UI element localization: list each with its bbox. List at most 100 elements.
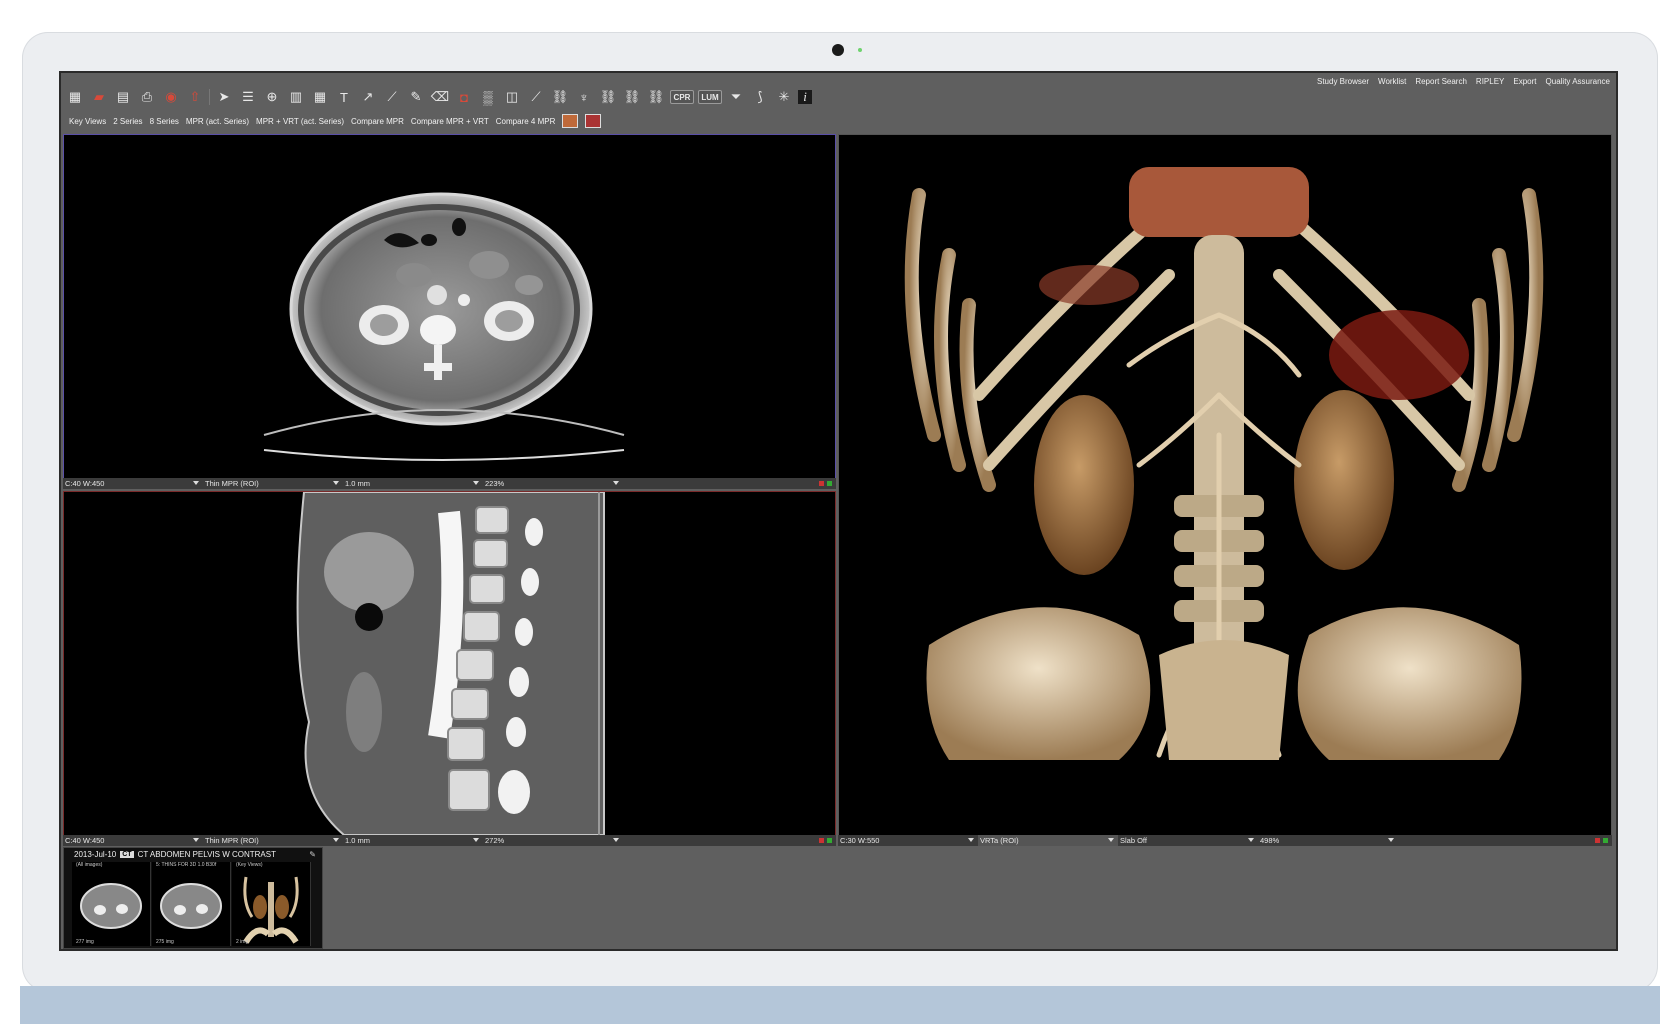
series-link-icon[interactable]: ▦ bbox=[310, 87, 330, 107]
sagittal-thickness: 1.0 mm bbox=[345, 836, 371, 845]
chevron-down-icon bbox=[193, 481, 199, 485]
cube-icon[interactable]: ◫ bbox=[502, 87, 522, 107]
lock-icon[interactable] bbox=[819, 838, 824, 843]
layout-compare-mpr-vrt[interactable]: Compare MPR + VRT bbox=[411, 117, 489, 126]
sagittal-wl: C:40 W:450 bbox=[65, 836, 105, 845]
vessel-tracking-icon[interactable]: ⟆ bbox=[750, 87, 770, 107]
series-thumbnail-2[interactable]: 5: THINS FOR 3D 1.0 B30f 275 img bbox=[152, 862, 231, 946]
monitor-stand bbox=[20, 986, 1660, 1024]
sync-icon[interactable] bbox=[827, 481, 832, 486]
funnel-icon[interactable]: ⏷ bbox=[726, 87, 746, 107]
sparkle-icon[interactable]: ✳ bbox=[774, 87, 794, 107]
layout-mpr[interactable]: MPR (act. Series) bbox=[186, 117, 249, 126]
menu-quality-assurance[interactable]: Quality Assurance bbox=[1546, 77, 1610, 86]
layout-key-views[interactable]: Key Views bbox=[69, 117, 106, 126]
snapshot-icon[interactable]: ◘ bbox=[454, 87, 474, 107]
webcam bbox=[832, 44, 844, 56]
sagittal-zoom-field[interactable]: 272% bbox=[483, 835, 623, 846]
axial-mode: Thin MPR (ROI) bbox=[205, 479, 259, 488]
study-header: 2013-Jul-10 CT CT ABDOMEN PELVIS W CONTR… bbox=[74, 850, 276, 859]
axial-mode-field[interactable]: Thin MPR (ROI) bbox=[203, 478, 343, 489]
webcam-led bbox=[858, 48, 862, 52]
axial-zoom-field[interactable]: 223% bbox=[483, 478, 623, 489]
sagittal-mode-field[interactable]: Thin MPR (ROI) bbox=[203, 835, 343, 846]
unlink-icon[interactable]: ⛓ bbox=[598, 87, 618, 107]
volume-slab-field[interactable]: Slab Off bbox=[1118, 835, 1258, 846]
axial-viewport[interactable] bbox=[63, 134, 836, 479]
chevron-down-icon bbox=[333, 838, 339, 842]
layout-compare-mpr[interactable]: Compare MPR bbox=[351, 117, 404, 126]
study-description: CT ABDOMEN PELVIS W CONTRAST bbox=[137, 850, 276, 859]
info-button[interactable]: i bbox=[798, 89, 812, 104]
menu-worklist[interactable]: Worklist bbox=[1378, 77, 1406, 86]
sagittal-mode: Thin MPR (ROI) bbox=[205, 836, 259, 845]
scalpel-icon[interactable]: ⟋ bbox=[526, 87, 546, 107]
menu-ripley[interactable]: RIPLEY bbox=[1476, 77, 1504, 86]
link-delete-icon[interactable]: ⛓ bbox=[646, 87, 666, 107]
series-caption: 5: THINS FOR 3D 1.0 B30f bbox=[156, 862, 217, 868]
axial-wl-field[interactable]: C:40 W:450 bbox=[63, 478, 203, 489]
series-1-preview bbox=[80, 883, 142, 929]
crosshair-icon[interactable]: ⊕ bbox=[262, 87, 282, 107]
arrow-annotation-icon[interactable]: ↗ bbox=[358, 87, 378, 107]
layout-grid-icon[interactable]: ▦ bbox=[65, 87, 85, 107]
modality-badge: CT bbox=[120, 851, 134, 858]
series-2-preview bbox=[160, 883, 222, 929]
menu-export[interactable]: Export bbox=[1513, 77, 1536, 86]
report-icon[interactable]: ▤ bbox=[113, 87, 133, 107]
lum-button[interactable]: LUM bbox=[698, 90, 722, 104]
link-icon[interactable]: ⛓ bbox=[550, 87, 570, 107]
print-icon[interactable]: ⎙ bbox=[137, 87, 157, 107]
roi-icon[interactable]: ▒ bbox=[478, 87, 498, 107]
cpr-button[interactable]: CPR bbox=[670, 90, 694, 104]
sagittal-zoom: 272% bbox=[485, 836, 505, 845]
series-thumbnail-1[interactable]: (All images) 277 img bbox=[72, 862, 151, 946]
toolbar: ▦ ▰ ▤ ⎙ ◉ ⇧ ➤ ☰ ⊕ ▥ ▦ T ↗ ⟋ ✎ ⌫ ◘ ▒ ◫ ⟋ … bbox=[65, 86, 812, 108]
eraser-icon[interactable]: ⌫ bbox=[430, 87, 450, 107]
sync-icon[interactable] bbox=[1603, 838, 1608, 843]
sync-icon[interactable] bbox=[827, 838, 832, 843]
menu-report-search[interactable]: Report Search bbox=[1415, 77, 1467, 86]
stack-scroll-icon[interactable]: ☰ bbox=[238, 87, 258, 107]
volume-mode-field[interactable]: VRTa (ROI) bbox=[978, 835, 1118, 846]
chevron-down-icon bbox=[1388, 838, 1394, 842]
volume-slab: Slab Off bbox=[1120, 836, 1147, 845]
text-annotation-icon[interactable]: T bbox=[334, 87, 354, 107]
upload-icon[interactable]: ⇧ bbox=[185, 87, 205, 107]
volume-zoom-field[interactable]: 498% bbox=[1258, 835, 1398, 846]
pin-icon[interactable]: ✎ bbox=[309, 850, 316, 859]
lock-icon[interactable] bbox=[819, 481, 824, 486]
sagittal-wl-field[interactable]: C:40 W:450 bbox=[63, 835, 203, 846]
open-folder-icon[interactable]: ▰ bbox=[89, 87, 109, 107]
sagittal-status-icons bbox=[819, 838, 836, 843]
ruler-icon[interactable]: ⟋ bbox=[382, 87, 402, 107]
vessel-icon[interactable]: ♆ bbox=[574, 87, 594, 107]
axial-thickness-field[interactable]: 1.0 mm bbox=[343, 478, 483, 489]
layout-8-series[interactable]: 8 Series bbox=[150, 117, 179, 126]
sagittal-viewport[interactable] bbox=[63, 491, 836, 836]
volume-wl-field[interactable]: C:30 W:550 bbox=[838, 835, 978, 846]
top-menu: Study Browser Worklist Report Search RIP… bbox=[1317, 77, 1610, 86]
axial-thickness: 1.0 mm bbox=[345, 479, 371, 488]
layout-compare-4-mpr[interactable]: Compare 4 MPR bbox=[496, 117, 556, 126]
pointer-icon[interactable]: ➤ bbox=[214, 87, 234, 107]
burn-cd-icon[interactable]: ◉ bbox=[161, 87, 181, 107]
layout-preset-red-icon[interactable] bbox=[585, 114, 602, 128]
pencil-icon[interactable]: ✎ bbox=[406, 87, 426, 107]
lock-icon[interactable] bbox=[1595, 838, 1600, 843]
layout-preset-icon[interactable] bbox=[562, 114, 579, 128]
slab-icon[interactable]: ▥ bbox=[286, 87, 306, 107]
chevron-down-icon bbox=[473, 481, 479, 485]
volume-status-icons bbox=[1595, 838, 1612, 843]
link-edit-icon[interactable]: ⛓ bbox=[622, 87, 642, 107]
series-thumbnail-3[interactable]: (Key Views) 2 img bbox=[232, 862, 311, 946]
layout-2-series[interactable]: 2 Series bbox=[113, 117, 142, 126]
sagittal-thickness-field[interactable]: 1.0 mm bbox=[343, 835, 483, 846]
axial-status-icons bbox=[819, 481, 836, 486]
chevron-down-icon bbox=[613, 481, 619, 485]
layout-mpr-vrt[interactable]: MPR + VRT (act. Series) bbox=[256, 117, 344, 126]
menu-study-browser[interactable]: Study Browser bbox=[1317, 77, 1369, 86]
volume-render-viewport[interactable] bbox=[838, 134, 1612, 836]
viewer-screen: Study Browser Worklist Report Search RIP… bbox=[59, 71, 1618, 951]
toolbar-divider bbox=[209, 89, 210, 105]
